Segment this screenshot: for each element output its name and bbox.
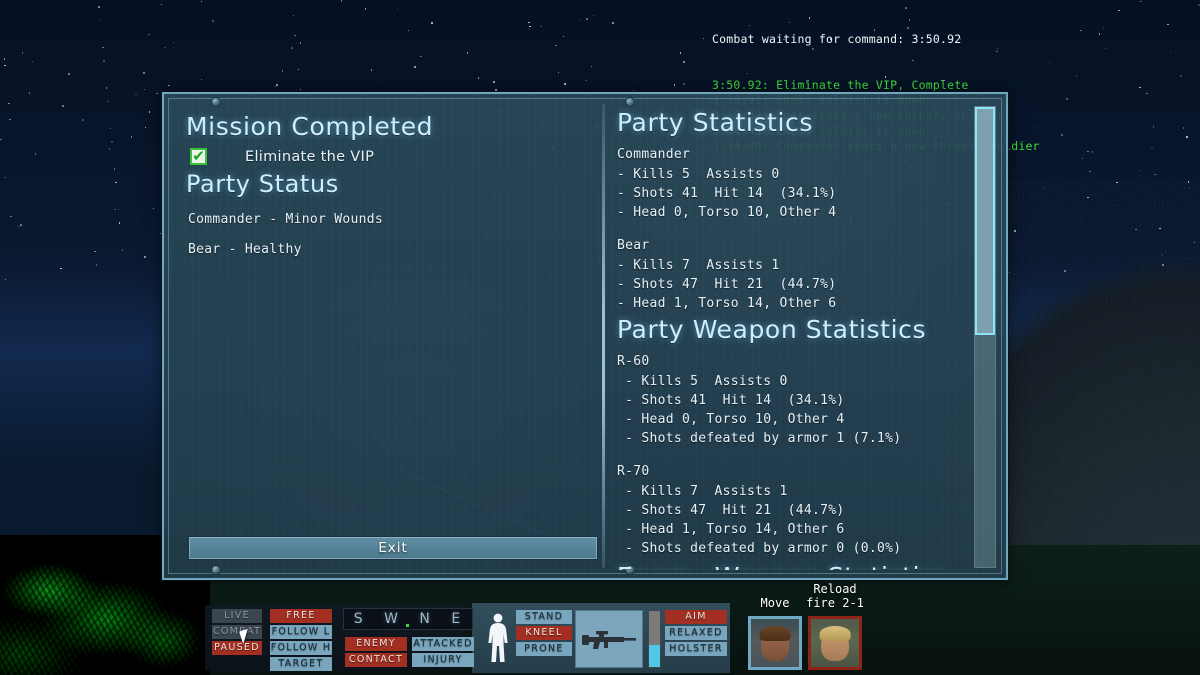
exit-button[interactable]: Exit: [188, 536, 598, 560]
mission-completed-title: Mission Completed: [186, 112, 434, 141]
follow-button-free[interactable]: FREE: [270, 609, 332, 623]
weapon-stat-block-line: - Shots 47 Hit 21 (44.7%): [617, 503, 845, 518]
soldier-silhouette-icon: [488, 613, 508, 662]
weapon-stat-block-name: R-60: [617, 354, 650, 369]
objective-label: Eliminate the VIP: [245, 148, 375, 165]
party-stat-block-line: - Head 1, Torso 14, Other 6: [617, 296, 837, 311]
scrollbar-thumb[interactable]: [975, 107, 995, 335]
follow-button-target[interactable]: TARGET: [270, 657, 332, 671]
party-stat-block: Bear - Kills 7 Assists 1 - Shots 47 Hit 21…: [617, 236, 986, 313]
weapon-mode-button-holster[interactable]: HOLSTER: [665, 642, 727, 656]
weapon-mode-button-relaxed[interactable]: RELAXED: [665, 626, 727, 640]
party-status-bear: Bear - Healthy: [188, 242, 302, 257]
party-stat-block-line: - Shots 41 Hit 14 (34.1%): [617, 186, 837, 201]
weapon-stat-block-name: R-70: [617, 464, 650, 479]
avatar: [811, 619, 859, 667]
weapon-stat-block-line: - Head 1, Torso 14, Other 6: [617, 522, 845, 537]
weapon-stat-block: R-60 - Kills 5 Assists 0 - Shots 41 Hit …: [617, 352, 986, 448]
left-pane: Mission Completed ✔ Eliminate the VIP Pa…: [172, 102, 602, 570]
weapon-stat-block-line: - Kills 5 Assists 0: [617, 374, 788, 389]
weapon-stat-block-line: - Shots defeated by armor 0 (0.0%): [617, 541, 902, 556]
squad-portraits: Move Reload fire 2-1: [742, 582, 902, 674]
alert-button-attacked[interactable]: ATTACKED: [412, 637, 474, 651]
weapon-slot[interactable]: [575, 610, 643, 668]
follow-button-follow-h[interactable]: FOLLOW H: [270, 641, 332, 655]
enemy-weapon-statistics-title: Enemy Weapon Statistics: [617, 562, 986, 570]
weapon-mode-button-aim[interactable]: AIM: [665, 610, 727, 624]
ammo-gauge-fill: [649, 645, 660, 667]
compass-n: N: [419, 611, 432, 627]
party-stat-block-line: - Kills 7 Assists 1: [617, 258, 780, 273]
follow-button-follow-l[interactable]: FOLLOW L: [270, 625, 332, 639]
avatar: [751, 619, 799, 667]
party-weapon-statistics-title: Party Weapon Statistics: [617, 315, 927, 344]
alert-group-left: ENEMY CONTACT: [345, 637, 407, 667]
scrollbar[interactable]: [974, 106, 996, 568]
avatar-hair: [819, 625, 851, 642]
time-mode-button-live[interactable]: LIVE: [212, 609, 262, 623]
time-mode-button-paused[interactable]: PAUSED: [212, 641, 262, 655]
weapon-mode-group: AIM RELAXED HOLSTER: [665, 610, 727, 656]
check-icon: ✔: [192, 147, 205, 165]
stance-group: STAND KNEEL PRONE: [516, 610, 572, 656]
alert-button-injury[interactable]: INJURY: [412, 653, 474, 667]
weapon-stat-block-line: - Head 0, Torso 10, Other 4: [617, 412, 845, 427]
party-statistics-list: Commander - Kills 5 Assists 0 - Shots 41 H…: [617, 145, 986, 313]
alert-group-right: ATTACKED INJURY: [412, 637, 474, 667]
portrait-caption-2: Reload fire 2-1: [806, 582, 864, 610]
party-status-commander: Commander - Minor Wounds: [188, 212, 384, 227]
party-stat-block: Commander - Kills 5 Assists 0 - Shots 41 H…: [617, 145, 986, 222]
stance-button-kneel[interactable]: KNEEL: [516, 626, 572, 640]
rifle-icon: [582, 631, 636, 649]
compass-marker-dot: [406, 624, 409, 627]
alert-button-enemy[interactable]: ENEMY: [345, 637, 407, 651]
compass-bar: S W N E: [343, 608, 473, 630]
avatar-hair: [759, 625, 791, 642]
objective-row: ✔ Eliminate the VIP: [190, 148, 588, 165]
party-stat-block-line: - Shots 47 Hit 21 (44.7%): [617, 277, 837, 292]
party-status-title: Party Status: [186, 170, 339, 198]
party-stat-block-name: Bear: [617, 238, 650, 253]
combat-log-entry: 3:50.92: Eliminate the VIP, Complete: [712, 78, 969, 93]
portrait-soldier-2[interactable]: [808, 616, 862, 670]
party-stat-block-name: Commander: [617, 147, 691, 162]
time-mode-button-combat[interactable]: COMBAT: [212, 625, 262, 639]
mission-summary-dialog: Mission Completed ✔ Eliminate the VIP Pa…: [162, 92, 1008, 580]
exit-button-label: Exit: [378, 540, 408, 556]
follow-mode-group: FREE FOLLOW L FOLLOW H TARGET: [270, 609, 332, 671]
party-weapon-statistics-list: R-60 - Kills 5 Assists 0 - Shots 41 Hit …: [617, 352, 986, 558]
dialog-panes: Mission Completed ✔ Eliminate the VIP Pa…: [172, 102, 998, 570]
compass-s: S: [353, 611, 365, 627]
weapon-stat-block-line: - Shots 41 Hit 14 (34.1%): [617, 393, 845, 408]
objective-checkbox[interactable]: ✔: [190, 148, 207, 165]
stance-button-stand[interactable]: STAND: [516, 610, 572, 624]
compass-e: E: [451, 611, 463, 627]
ammo-gauge: [648, 610, 661, 668]
game-screen: Combat waiting for command: 3:50.92 3:50…: [0, 0, 1200, 675]
weapon-stat-block-line: - Shots defeated by armor 1 (7.1%): [617, 431, 902, 446]
time-mode-group: LIVE COMBAT PAUSED: [212, 609, 262, 655]
party-stat-block-line: - Kills 5 Assists 0: [617, 167, 780, 182]
party-stat-block-line: - Head 0, Torso 10, Other 4: [617, 205, 837, 220]
right-pane: Party Statistics Commander - Kills 5 Assi…: [605, 102, 998, 570]
stance-button-prone[interactable]: PRONE: [516, 642, 572, 656]
weapon-stat-block: R-70 - Kills 7 Assists 1 - Shots 47 Hit …: [617, 462, 986, 558]
compass-w: W: [384, 611, 400, 627]
combat-log-header: Combat waiting for command: 3:50.92: [712, 32, 962, 47]
weapon-stat-block-line: - Kills 7 Assists 1: [617, 484, 788, 499]
alert-button-contact[interactable]: CONTACT: [345, 653, 407, 667]
portrait-caption-1: Move: [760, 596, 790, 610]
portrait-soldier-1[interactable]: [748, 616, 802, 670]
party-statistics-title: Party Statistics: [617, 108, 813, 137]
